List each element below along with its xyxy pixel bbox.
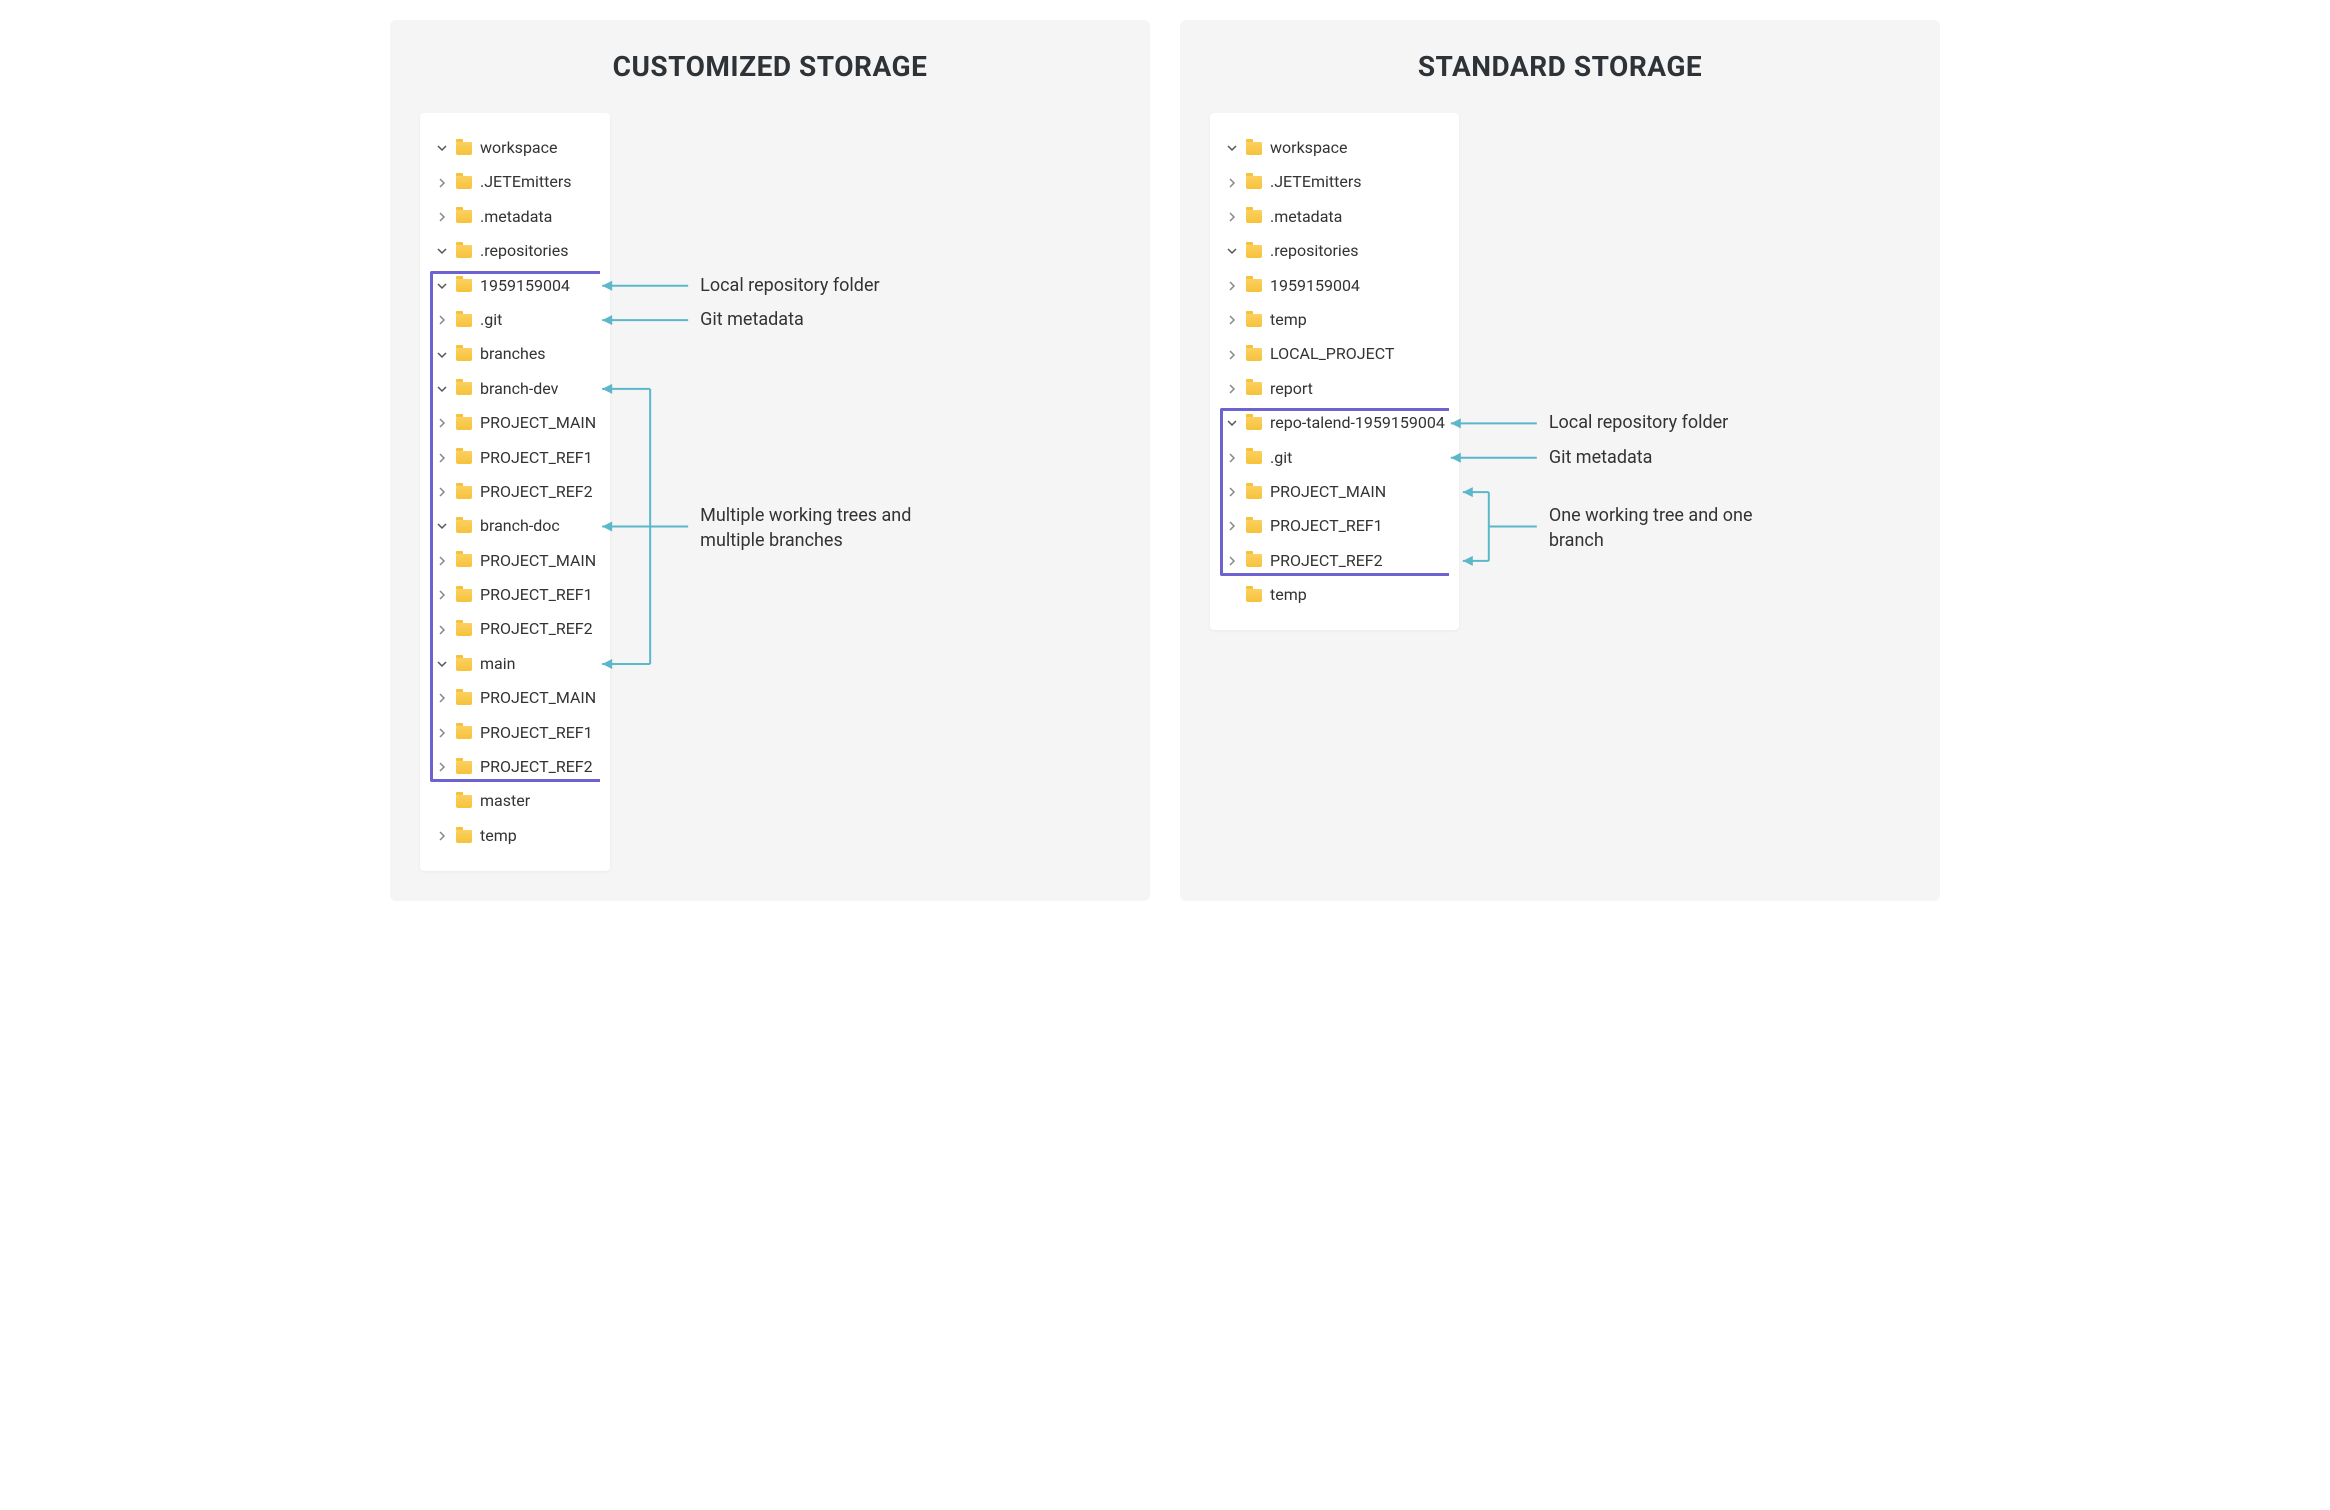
standard-storage-panel: STANDARD STORAGE workspace.JETEmitters.m… [1180, 20, 1940, 901]
left-tree-wrap: workspace.JETEmitters.metadata.repositor… [420, 113, 610, 871]
diagram-container: CUSTOMIZED STORAGE workspace.JETEmitters… [20, 20, 2310, 901]
customized-storage-panel: CUSTOMIZED STORAGE workspace.JETEmitters… [390, 20, 1150, 901]
standard-title: STANDARD STORAGE [1210, 50, 1910, 83]
anno-local-repo: Local repository folder [1549, 411, 1728, 435]
anno-multiple-trees: Multiple working trees and multiple bran… [700, 504, 960, 553]
customized-title: CUSTOMIZED STORAGE [420, 50, 1120, 83]
anno-one-tree: One working tree and one branch [1549, 504, 1809, 553]
anno-git-metadata: Git metadata [1549, 446, 1653, 470]
right-annotations: Local repository folder Git metadata One… [1210, 113, 1779, 630]
left-annotations: Local repository folder Git metadata Mul… [420, 113, 930, 871]
anno-local-repo: Local repository folder [700, 274, 879, 298]
anno-git-metadata: Git metadata [700, 308, 804, 332]
right-tree-wrap: workspace.JETEmitters.metadata.repositor… [1210, 113, 1459, 630]
